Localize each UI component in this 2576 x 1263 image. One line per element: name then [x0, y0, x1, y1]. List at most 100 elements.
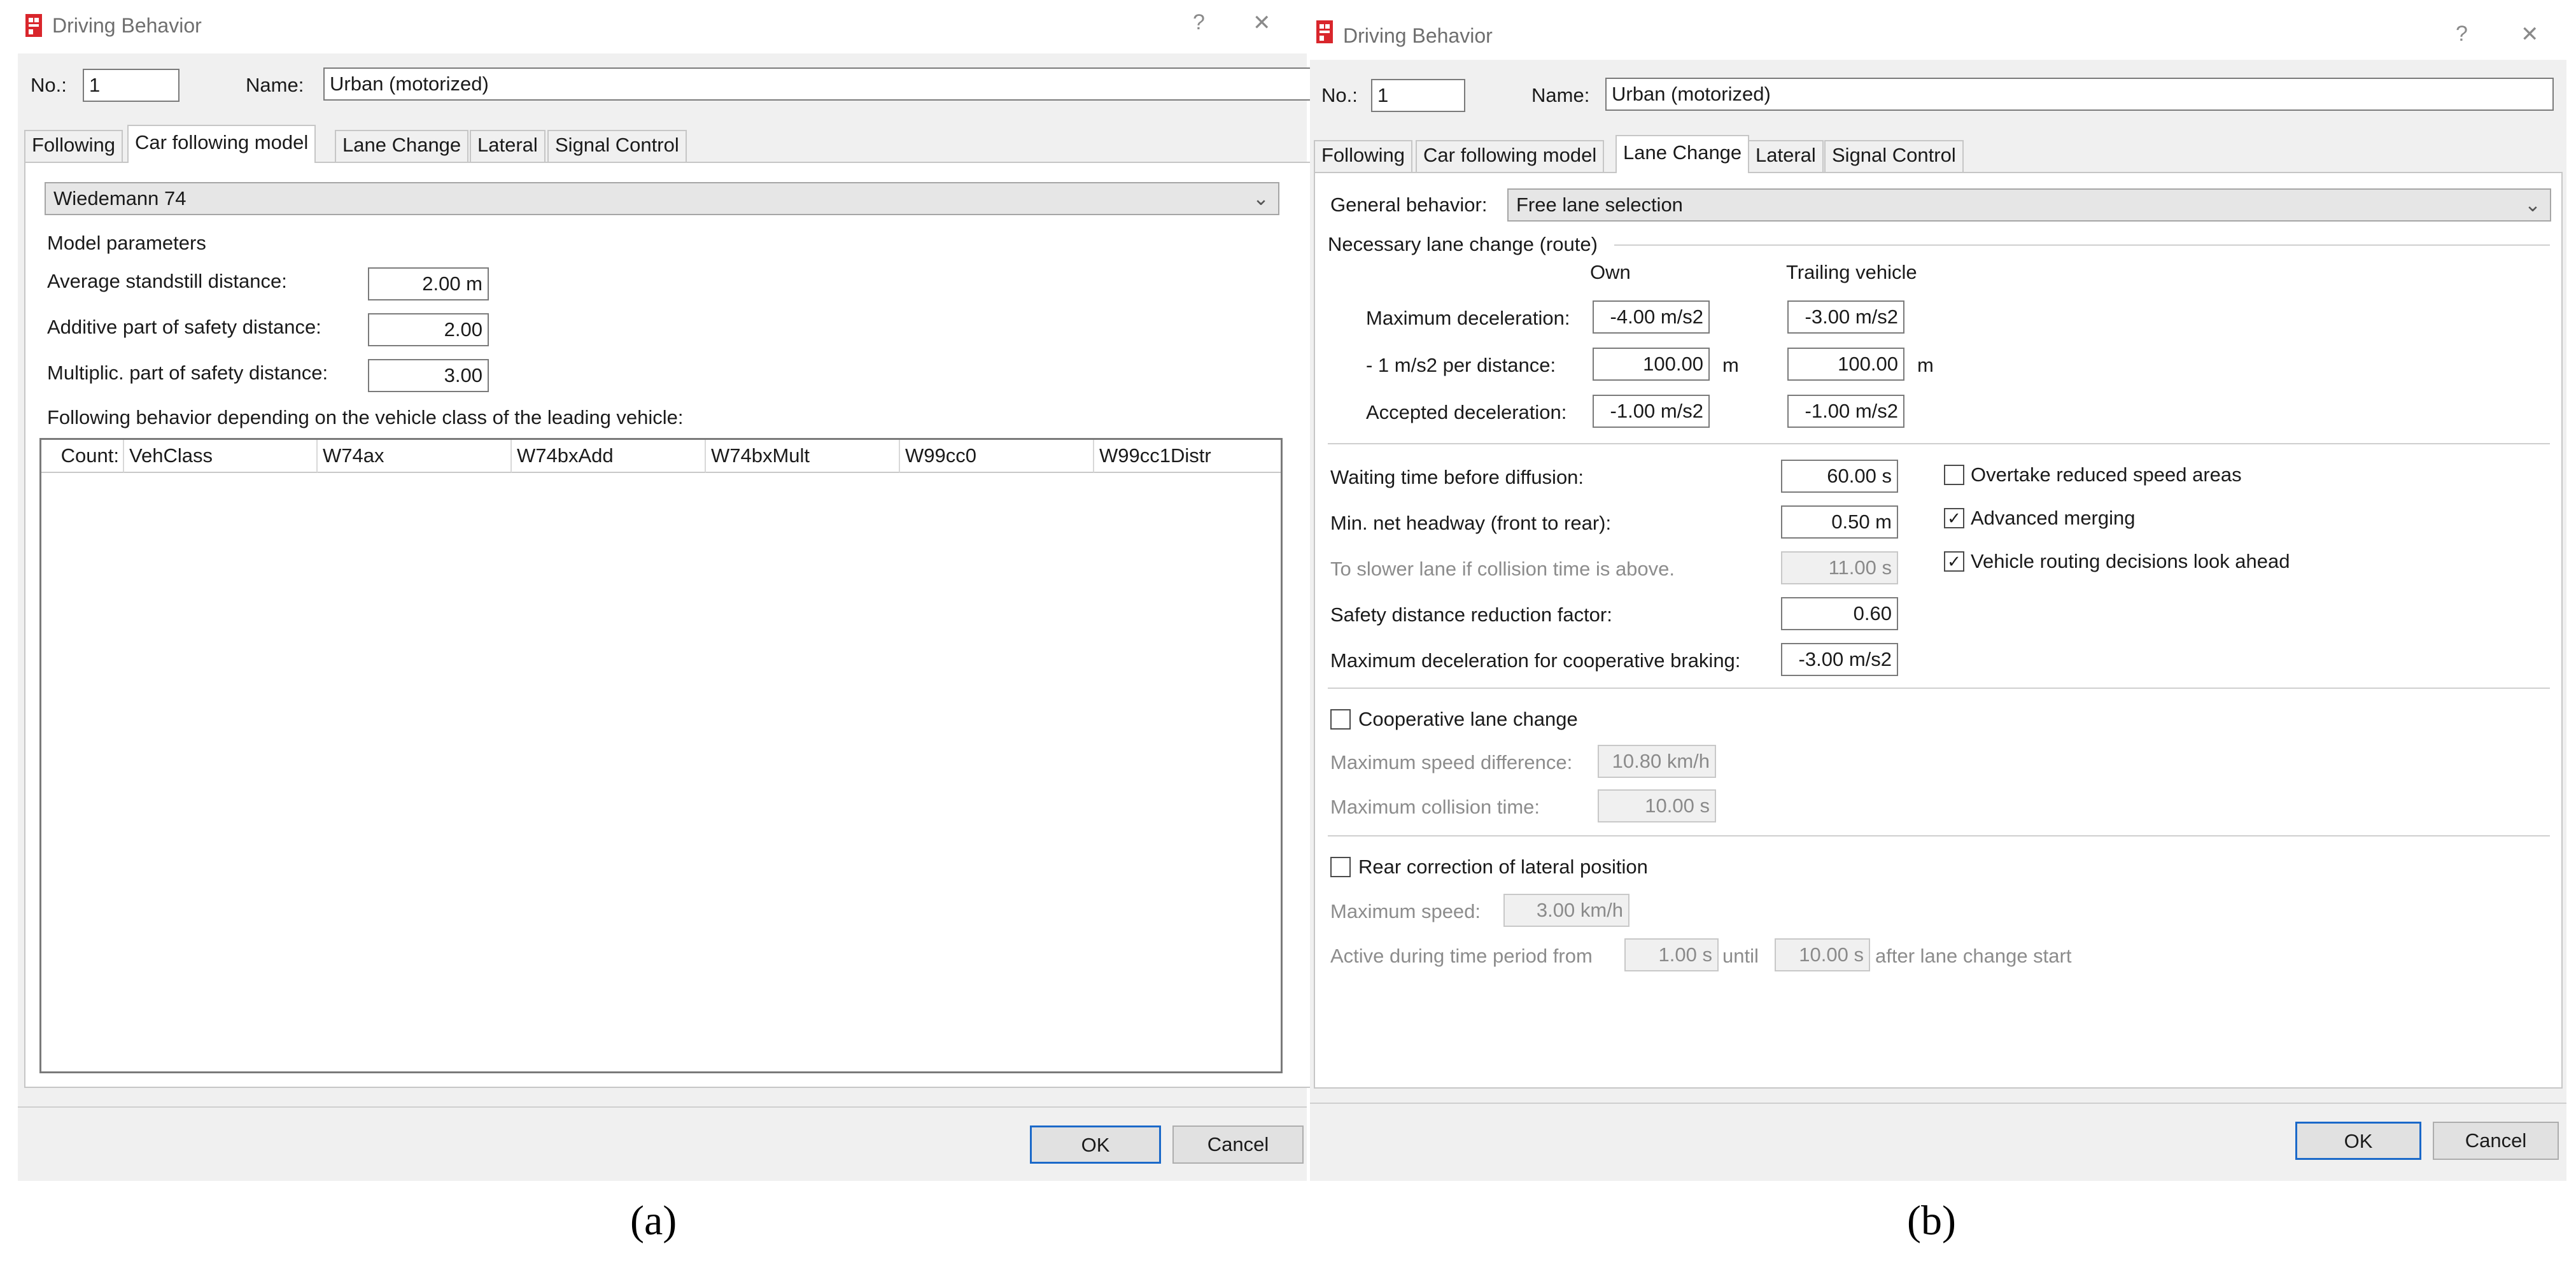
tab-signal-control[interactable]: Signal Control: [1824, 140, 1964, 172]
ok-button[interactable]: OK: [1030, 1125, 1161, 1164]
window-title: Driving Behavior: [52, 14, 202, 37]
max-speed-input[interactable]: 3.00 km/h: [1503, 894, 1629, 927]
until-label: until: [1722, 945, 1759, 967]
table-header[interactable]: W74bxMult: [706, 440, 900, 473]
routing-lookahead-label: Vehicle routing decisions look ahead: [1971, 550, 2290, 572]
title-bar: Driving Behavior ? ✕: [18, 0, 1307, 53]
table-header[interactable]: VehClass: [124, 440, 318, 473]
general-behavior-select[interactable]: Free lane selection ⌄: [1507, 188, 2551, 222]
ok-button[interactable]: OK: [2295, 1122, 2421, 1160]
tab-following[interactable]: Following: [1314, 140, 1412, 172]
tab-car-following-model[interactable]: Car following model: [1416, 140, 1605, 172]
waiting-input[interactable]: 60.00 s: [1781, 460, 1898, 493]
general-behavior-label: General behavior:: [1330, 194, 1488, 216]
close-icon[interactable]: ✕: [1253, 10, 1271, 36]
max-collision-input[interactable]: 10.00 s: [1598, 789, 1716, 822]
model-params-label: Model parameters: [47, 232, 206, 254]
per-distance-label: - 1 m/s2 per distance:: [1366, 354, 1556, 376]
tab-lateral[interactable]: Lateral: [1748, 140, 1824, 172]
following-by-class-label: Following behavior depending on the vehi…: [47, 406, 684, 428]
until-input[interactable]: 10.00 s: [1775, 938, 1870, 971]
advanced-merging-label: Advanced merging: [1971, 507, 2136, 529]
help-button[interactable]: ?: [2456, 22, 2468, 46]
accepted-decel-own-input[interactable]: -1.00 m/s2: [1593, 395, 1710, 428]
accepted-decel-label: Accepted deceleration:: [1366, 401, 1567, 423]
cancel-button[interactable]: Cancel: [1172, 1125, 1304, 1164]
tab-panel: General behavior: Free lane selection ⌄ …: [1314, 172, 2563, 1089]
cancel-button[interactable]: Cancel: [2433, 1122, 2559, 1160]
name-input[interactable]: Urban (motorized): [1605, 78, 2554, 111]
dialog-a: Driving Behavior ? ✕ No.: 1 Name: Urban …: [18, 0, 1314, 1181]
routing-lookahead-checkbox[interactable]: ✓: [1944, 551, 1964, 572]
table-header[interactable]: W99cc1Distr: [1094, 440, 1281, 473]
max-collision-label: Maximum collision time:: [1330, 796, 1540, 818]
active-from-input[interactable]: 1.00 s: [1624, 938, 1719, 971]
caption-a: (a): [630, 1197, 677, 1244]
slower-lane-label: To slower lane if collision time is abov…: [1330, 558, 1675, 580]
table-header[interactable]: Count:: [41, 440, 124, 473]
overtake-label: Overtake reduced speed areas: [1971, 463, 2242, 486]
avg-standstill-input[interactable]: 2.00 m: [368, 267, 489, 300]
table-header[interactable]: W74bxAdd: [512, 440, 706, 473]
no-input[interactable]: 1: [83, 69, 179, 102]
tab-lane-change[interactable]: Lane Change: [1615, 135, 1750, 173]
help-button[interactable]: ?: [1193, 10, 1205, 35]
accepted-decel-trailing-input[interactable]: -1.00 m/s2: [1787, 395, 1904, 428]
table-header[interactable]: W74ax: [318, 440, 512, 473]
max-decel-own-input[interactable]: -4.00 m/s2: [1593, 300, 1710, 334]
general-behavior-value: Free lane selection: [1516, 194, 1683, 216]
coop-braking-input[interactable]: -3.00 m/s2: [1781, 643, 1898, 676]
following-table: Count: VehClass W74ax W74bxAdd W74bxMult…: [39, 438, 1283, 1073]
tab-following[interactable]: Following: [24, 130, 123, 162]
model-select[interactable]: Wiedemann 74 ⌄: [45, 182, 1279, 215]
max-speed-label: Maximum speed:: [1330, 900, 1481, 922]
max-decel-trailing-input[interactable]: -3.00 m/s2: [1787, 300, 1904, 334]
coop-lane-change-checkbox[interactable]: [1330, 709, 1351, 730]
rear-correction-checkbox[interactable]: [1330, 857, 1351, 877]
trailing-header: Trailing vehicle: [1786, 261, 1917, 283]
overtake-checkbox[interactable]: [1944, 465, 1964, 485]
coop-lane-change-label: Cooperative lane change: [1358, 708, 1578, 730]
min-headway-input[interactable]: 0.50 m: [1781, 505, 1898, 539]
advanced-merging-checkbox[interactable]: ✓: [1944, 508, 1964, 528]
name-label: Name:: [246, 74, 304, 96]
max-speed-diff-label: Maximum speed difference:: [1330, 751, 1573, 773]
title-bar: Driving Behavior ? ✕: [1310, 6, 2566, 60]
name-input[interactable]: Urban (motorized): [323, 67, 1314, 101]
tab-signal-control[interactable]: Signal Control: [547, 130, 687, 162]
own-header: Own: [1590, 261, 1631, 283]
tab-lane-change[interactable]: Lane Change: [335, 130, 469, 162]
tab-panel: Wiedemann 74 ⌄ Model parameters Average …: [24, 162, 1313, 1088]
model-select-value: Wiedemann 74: [53, 187, 187, 209]
table-header[interactable]: W99cc0: [900, 440, 1094, 473]
max-decel-label: Maximum deceleration:: [1366, 307, 1570, 329]
separator: [1614, 244, 2550, 246]
additive-input[interactable]: 2.00: [368, 313, 489, 346]
safety-reduction-label: Safety distance reduction factor:: [1330, 603, 1612, 626]
tab-bar: Following Car following model Lane Chang…: [24, 125, 788, 163]
multiplic-input[interactable]: 3.00: [368, 359, 489, 392]
min-headway-label: Min. net headway (front to rear):: [1330, 512, 1612, 534]
additive-label: Additive part of safety distance:: [47, 316, 321, 338]
after-label: after lane change start: [1875, 945, 2072, 967]
tab-car-following-model[interactable]: Car following model: [127, 125, 316, 163]
multiplic-label: Multiplic. part of safety distance:: [47, 362, 328, 384]
separator: [1328, 688, 2550, 689]
tab-lateral[interactable]: Lateral: [470, 130, 545, 162]
window-title: Driving Behavior: [1343, 24, 1493, 47]
max-speed-diff-input[interactable]: 10.80 km/h: [1598, 745, 1716, 778]
chevron-down-icon: ⌄: [1253, 187, 1269, 209]
waiting-label: Waiting time before diffusion:: [1330, 466, 1584, 488]
safety-reduction-input[interactable]: 0.60: [1781, 597, 1898, 630]
unit-m-own: m: [1722, 354, 1739, 376]
separator: [1328, 835, 2550, 836]
slower-lane-input[interactable]: 11.00 s: [1781, 551, 1898, 584]
dialog-b: Driving Behavior ? ✕ No.: 1 Name: Urban …: [1310, 6, 2566, 1181]
caption-b: (b): [1907, 1197, 1956, 1244]
close-icon[interactable]: ✕: [2521, 22, 2539, 47]
per-distance-trailing-input[interactable]: 100.00: [1787, 348, 1904, 381]
app-logo-icon: [25, 14, 42, 37]
active-from-label: Active during time period from: [1330, 945, 1593, 967]
per-distance-own-input[interactable]: 100.00: [1593, 348, 1710, 381]
no-input[interactable]: 1: [1371, 79, 1465, 112]
